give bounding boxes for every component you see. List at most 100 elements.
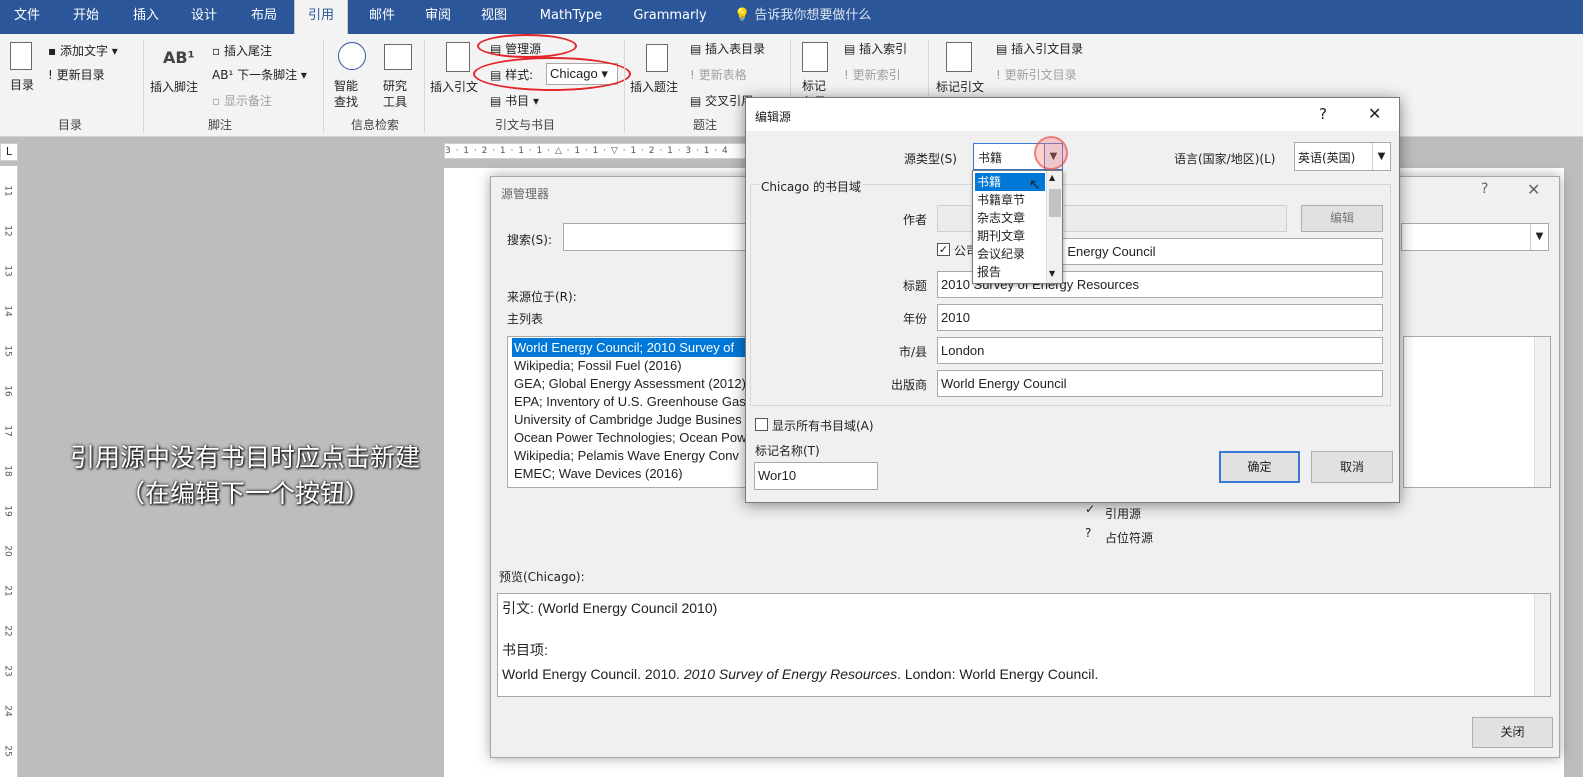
ruler-number: 24 <box>2 705 13 717</box>
dialog-title: 源管理器 <box>501 187 550 201</box>
toc-icon <box>10 42 32 70</box>
sort-select[interactable]: ▼ <box>1401 223 1549 251</box>
chevron-down-icon[interactable]: ▼ <box>1049 269 1055 278</box>
tab-grammarly[interactable]: Grammarly <box>630 0 710 34</box>
tab-mailings[interactable]: 邮件 <box>362 0 402 34</box>
ruler-tab-selector[interactable]: L <box>0 143 18 161</box>
tab-mathtype[interactable]: MathType <box>536 0 606 34</box>
group-label-citations: 引文与书目 <box>494 118 555 132</box>
list-item[interactable]: World Energy Council; 2010 Survey of <box>512 338 748 357</box>
chevron-up-icon[interactable]: ▲ <box>1049 173 1055 182</box>
help-icon[interactable]: ? <box>1319 105 1327 123</box>
list-item[interactable]: University of Cambridge Judge Busines <box>512 410 748 429</box>
list-item[interactable]: Wikipedia; Pelamis Wave Energy Conv <box>512 446 748 465</box>
mark-citation-button[interactable]: 标记引文 <box>936 78 984 95</box>
chevron-down-icon: ▼ <box>1372 143 1390 170</box>
ruler-number: 21 <box>2 585 13 597</box>
tab-insert[interactable]: 插入 <box>126 0 166 34</box>
current-source-list[interactable] <box>1403 336 1551 488</box>
update-table-button[interactable]: ! 更新表格 <box>690 66 747 83</box>
smart-lookup-icon <box>338 42 366 70</box>
language-select[interactable]: 英语(英国) ▼ <box>1294 142 1391 171</box>
tab-design[interactable]: 设计 <box>184 0 224 34</box>
update-toc-button[interactable]: ! 更新目录 <box>48 66 105 83</box>
year-field[interactable]: 2010 <box>937 304 1383 331</box>
tab-view[interactable]: 视图 <box>474 0 514 34</box>
add-text-button[interactable]: ▪ 添加文字 ▾ <box>48 42 118 59</box>
insert-index-button[interactable]: ▤ 插入索引 <box>844 40 907 57</box>
insert-toa-button[interactable]: ▤ 插入引文目录 <box>996 40 1083 57</box>
dropdown-option[interactable]: 期刊文章 <box>975 227 1045 245</box>
dropdown-option[interactable]: 杂志文章 <box>975 209 1045 227</box>
insert-endnote-button[interactable]: ▫ 插入尾注 <box>212 42 272 59</box>
group-label-research: 信息检索 <box>350 118 399 132</box>
tell-me-box[interactable]: 💡 告诉我你想要做什么 <box>734 0 871 34</box>
city-field[interactable]: London <box>937 337 1383 364</box>
tab-references[interactable]: 引用 <box>294 0 348 34</box>
footnote-icon: AB¹ <box>163 48 195 67</box>
scrollbar[interactable]: ▲ ▼ <box>1046 171 1062 283</box>
ruler-number: 16 <box>2 385 13 397</box>
insert-table-of-figures-button[interactable]: ▤ 插入表目录 <box>690 40 765 57</box>
dropdown-option[interactable]: 会议纪录 <box>975 245 1045 263</box>
preview-bib-label: 书目项: <box>502 642 548 658</box>
master-source-list[interactable]: World Energy Council; 2010 Survey of Wik… <box>507 336 751 488</box>
close-button[interactable]: 关闭 <box>1472 717 1553 748</box>
toc-button[interactable]: 目录 <box>6 76 38 93</box>
ok-button[interactable]: 确定 <box>1219 451 1300 483</box>
list-item[interactable]: Ocean Power Technologies; Ocean Pow <box>512 428 748 447</box>
help-icon[interactable]: ? <box>1481 181 1488 197</box>
scrollbar-thumb[interactable] <box>1049 189 1061 217</box>
cancel-button[interactable]: 取消 <box>1311 451 1393 483</box>
close-icon[interactable]: ✕ <box>1368 104 1381 123</box>
update-toa-button[interactable]: ! 更新引文目录 <box>996 66 1077 83</box>
list-item[interactable]: GEA; Global Energy Assessment (2012) <box>512 374 748 393</box>
tab-review[interactable]: 审阅 <box>418 0 458 34</box>
cross-reference-button[interactable]: ▤ 交叉引用 <box>690 92 753 109</box>
scrollbar[interactable] <box>1534 594 1550 696</box>
list-item[interactable]: EMEC; Wave Devices (2016) <box>512 464 748 483</box>
tab-file[interactable]: 文件 <box>10 0 44 34</box>
list-item[interactable]: EPA; Inventory of U.S. Greenhouse Gas <box>512 392 748 411</box>
list-item[interactable]: Wikipedia; Fossil Fuel (2016) <box>512 356 748 375</box>
ruler-number: 25 <box>2 745 13 757</box>
corporate-author-field[interactable]: World Energy Council <box>1026 238 1383 265</box>
dropdown-option[interactable]: 书籍章节 <box>975 191 1045 209</box>
master-list-label: 主列表 <box>507 312 544 326</box>
publisher-field[interactable]: World Energy Council <box>937 370 1383 397</box>
tab-home[interactable]: 开始 <box>66 0 106 34</box>
ruler-number: 12 <box>2 225 13 237</box>
cited-legend-label: 引用源 <box>1105 507 1142 521</box>
group-divider <box>143 40 144 132</box>
tab-layout[interactable]: 布局 <box>244 0 284 34</box>
caption-line: 引用源中没有书目时应点击新建 <box>69 443 420 472</box>
dialog-title: 编辑源 <box>755 110 792 124</box>
insert-caption-button[interactable]: 插入题注 <box>630 78 678 95</box>
mark-citation-icon <box>946 42 972 72</box>
bibliography-button[interactable]: ▤ 书目 ▾ <box>490 92 539 109</box>
insert-footnote-button[interactable]: 插入脚注 <box>150 78 198 95</box>
corporate-author-checkbox[interactable]: ✓ <box>937 243 950 256</box>
ruler-number: 19 <box>2 505 13 517</box>
insert-citation-button[interactable]: 插入引文 <box>430 78 478 95</box>
ruler-number: 13 <box>2 265 13 277</box>
show-all-fields-checkbox[interactable] <box>755 418 768 431</box>
update-index-button[interactable]: ! 更新索引 <box>844 66 901 83</box>
tag-name-field[interactable]: Wor10 <box>754 462 878 490</box>
horizontal-ruler[interactable]: 3 · 1 · 2 · 1 · 1 · 1 · △ · 1 · 1 · ▽ · … <box>444 143 746 159</box>
source-type-dropdown[interactable]: 书籍 书籍章节 杂志文章 期刊文章 会议纪录 报告 ▲ ▼ ↖ <box>972 170 1063 284</box>
close-icon[interactable]: ✕ <box>1527 180 1540 199</box>
highlight-circle <box>477 34 577 58</box>
smart-lookup-button[interactable]: 智能 查找 <box>334 78 358 110</box>
author-label: 作者 <box>902 213 927 227</box>
vertical-ruler[interactable]: 11 12 13 14 15 16 17 18 19 20 21 22 23 2… <box>0 166 18 777</box>
show-notes-button[interactable]: ▫ 显示备注 <box>212 92 272 109</box>
next-footnote-button[interactable]: AB¹ 下一条脚注 ▾ <box>212 66 307 83</box>
dropdown-option[interactable]: 报告 <box>975 263 1045 281</box>
ruler-number: 11 <box>2 185 13 197</box>
edit-author-button[interactable]: 编辑 <box>1301 205 1383 232</box>
researcher-button[interactable]: 研究 工具 <box>383 78 407 110</box>
scrollbar[interactable] <box>1534 337 1550 487</box>
search-input[interactable] <box>563 223 749 251</box>
insert-caption-icon <box>646 44 668 72</box>
